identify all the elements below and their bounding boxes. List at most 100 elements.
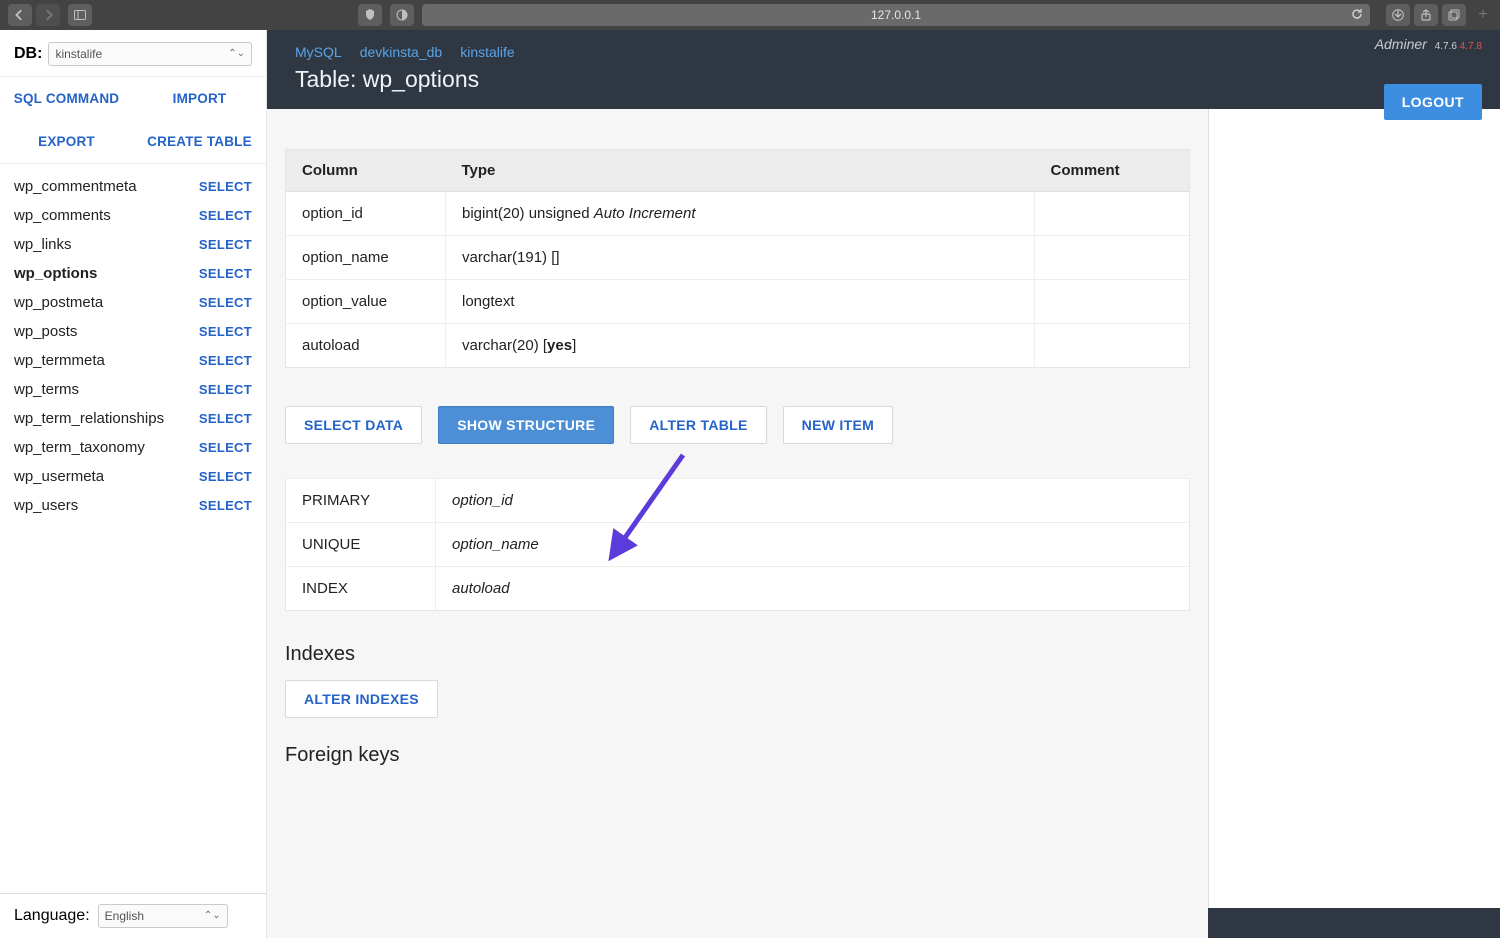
sidebar-table-row: wp_terms SELECT	[0, 375, 266, 404]
chevron-updown-icon: ⌃⌄	[204, 911, 221, 921]
db-select[interactable]: kinstalife ⌃⌄	[48, 42, 252, 66]
shield-icon[interactable]	[358, 4, 382, 26]
table-select-link[interactable]: SELECT	[199, 324, 252, 339]
table-link[interactable]: wp_options	[14, 265, 97, 282]
table-link[interactable]: wp_posts	[14, 323, 77, 340]
foreign-keys-heading: Foreign keys	[285, 744, 1190, 767]
table-link[interactable]: wp_links	[14, 236, 72, 253]
index-kind: INDEX	[286, 567, 436, 611]
new-tab-button[interactable]: +	[1474, 6, 1492, 24]
crumb-db[interactable]: devkinsta_db	[360, 44, 443, 60]
index-columns: option_name	[436, 523, 1190, 567]
right-empty-panel	[1208, 109, 1500, 908]
table-row: option_valuelongtext	[286, 280, 1190, 324]
table-select-link[interactable]: SELECT	[199, 179, 252, 194]
index-columns: option_id	[436, 479, 1190, 523]
table-row: option_idbigint(20) unsigned Auto Increm…	[286, 192, 1190, 236]
new-item-button[interactable]: NEW ITEM	[783, 406, 893, 444]
browser-toolbar: 127.0.0.1 +	[0, 0, 1500, 30]
table-link[interactable]: wp_usermeta	[14, 468, 104, 485]
table-row: UNIQUEoption_name	[286, 523, 1190, 567]
chevron-updown-icon: ⌃⌄	[228, 49, 245, 59]
table-link[interactable]: wp_termmeta	[14, 352, 105, 369]
table-select-link[interactable]: SELECT	[199, 498, 252, 513]
page-header: Adminer 4.7.6 4.7.8 MySQL devkinsta_db k…	[267, 30, 1500, 109]
page-title: Table: wp_options	[295, 66, 1472, 93]
sidebar: DB: kinstalife ⌃⌄ SQL COMMAND IMPORT EXP…	[0, 30, 267, 938]
sidebar-table-row: wp_users SELECT	[0, 491, 266, 520]
reader-icon[interactable]	[390, 4, 414, 26]
columns-table: Column Type Comment option_idbigint(20) …	[285, 149, 1190, 368]
brand-version: 4.7.6	[1435, 41, 1457, 52]
nav-back-button[interactable]	[8, 4, 32, 26]
table-select-link[interactable]: SELECT	[199, 440, 252, 455]
table-link[interactable]: wp_terms	[14, 381, 79, 398]
brand-version-new: 4.7.8	[1460, 41, 1482, 52]
table-select-link[interactable]: SELECT	[199, 237, 252, 252]
crumb-mysql[interactable]: MySQL	[295, 44, 342, 60]
sidebar-table-row: wp_termmeta SELECT	[0, 346, 266, 375]
column-type: bigint(20) unsigned Auto Increment	[446, 192, 1035, 236]
footer-strip	[1208, 908, 1500, 938]
column-comment	[1035, 236, 1190, 280]
table-select-link[interactable]: SELECT	[199, 295, 252, 310]
reload-icon[interactable]	[1350, 7, 1364, 24]
downloads-icon[interactable]	[1386, 4, 1410, 26]
create-table-link[interactable]: CREATE TABLE	[133, 120, 266, 163]
language-select-value: English	[105, 909, 144, 923]
sidebar-table-row: wp_usermeta SELECT	[0, 462, 266, 491]
share-icon[interactable]	[1414, 4, 1438, 26]
alter-table-button[interactable]: ALTER TABLE	[630, 406, 766, 444]
index-kind: UNIQUE	[286, 523, 436, 567]
index-columns: autoload	[436, 567, 1190, 611]
db-label: DB:	[14, 45, 42, 63]
column-name: option_name	[286, 236, 446, 280]
nav-forward-button[interactable]	[36, 4, 60, 26]
logout-button[interactable]: LOGOUT	[1384, 84, 1482, 120]
column-type: varchar(20) [yes]	[446, 324, 1035, 368]
table-list: wp_commentmetaSELECTwp_commentsSELECTwp_…	[0, 164, 266, 893]
table-link[interactable]: wp_commentmeta	[14, 178, 137, 195]
col-header-type: Type	[446, 150, 1035, 192]
table-row: autoloadvarchar(20) [yes]	[286, 324, 1190, 368]
sql-command-link[interactable]: SQL COMMAND	[0, 77, 133, 120]
brand: Adminer 4.7.6 4.7.8	[1375, 36, 1482, 52]
select-data-button[interactable]: SELECT DATA	[285, 406, 422, 444]
export-link[interactable]: EXPORT	[0, 120, 133, 163]
sidebar-table-row: wp_comments SELECT	[0, 201, 266, 230]
show-structure-button[interactable]: SHOW STRUCTURE	[438, 406, 614, 444]
sidebar-toggle-icon[interactable]	[68, 4, 92, 26]
main-content: Column Type Comment option_idbigint(20) …	[267, 109, 1208, 938]
url-bar[interactable]: 127.0.0.1	[422, 4, 1370, 26]
table-link[interactable]: wp_term_relationships	[14, 410, 164, 427]
table-select-link[interactable]: SELECT	[199, 411, 252, 426]
table-select-link[interactable]: SELECT	[199, 353, 252, 368]
language-select[interactable]: English ⌃⌄	[98, 904, 228, 928]
sidebar-table-row: wp_term_relationships SELECT	[0, 404, 266, 433]
column-name: option_value	[286, 280, 446, 324]
column-type: longtext	[446, 280, 1035, 324]
table-link[interactable]: wp_comments	[14, 207, 111, 224]
index-kind: PRIMARY	[286, 479, 436, 523]
import-link[interactable]: IMPORT	[133, 77, 266, 120]
table-row: option_namevarchar(191) []	[286, 236, 1190, 280]
breadcrumb: MySQL devkinsta_db kinstalife	[295, 44, 1472, 60]
table-link[interactable]: wp_postmeta	[14, 294, 103, 311]
crumb-schema[interactable]: kinstalife	[460, 44, 514, 60]
table-link[interactable]: wp_users	[14, 497, 78, 514]
sidebar-table-row: wp_posts SELECT	[0, 317, 266, 346]
column-name: option_id	[286, 192, 446, 236]
table-select-link[interactable]: SELECT	[199, 208, 252, 223]
table-select-link[interactable]: SELECT	[199, 469, 252, 484]
indexes-summary-table: PRIMARYoption_idUNIQUEoption_nameINDEXau…	[285, 478, 1190, 611]
brand-name: Adminer	[1375, 36, 1427, 52]
col-header-column: Column	[286, 150, 446, 192]
tabs-icon[interactable]	[1442, 4, 1466, 26]
language-label: Language:	[14, 907, 90, 925]
table-link[interactable]: wp_term_taxonomy	[14, 439, 145, 456]
table-select-link[interactable]: SELECT	[199, 382, 252, 397]
col-header-comment: Comment	[1035, 150, 1190, 192]
table-select-link[interactable]: SELECT	[199, 266, 252, 281]
url-text: 127.0.0.1	[871, 8, 921, 22]
alter-indexes-button[interactable]: ALTER INDEXES	[285, 680, 438, 718]
